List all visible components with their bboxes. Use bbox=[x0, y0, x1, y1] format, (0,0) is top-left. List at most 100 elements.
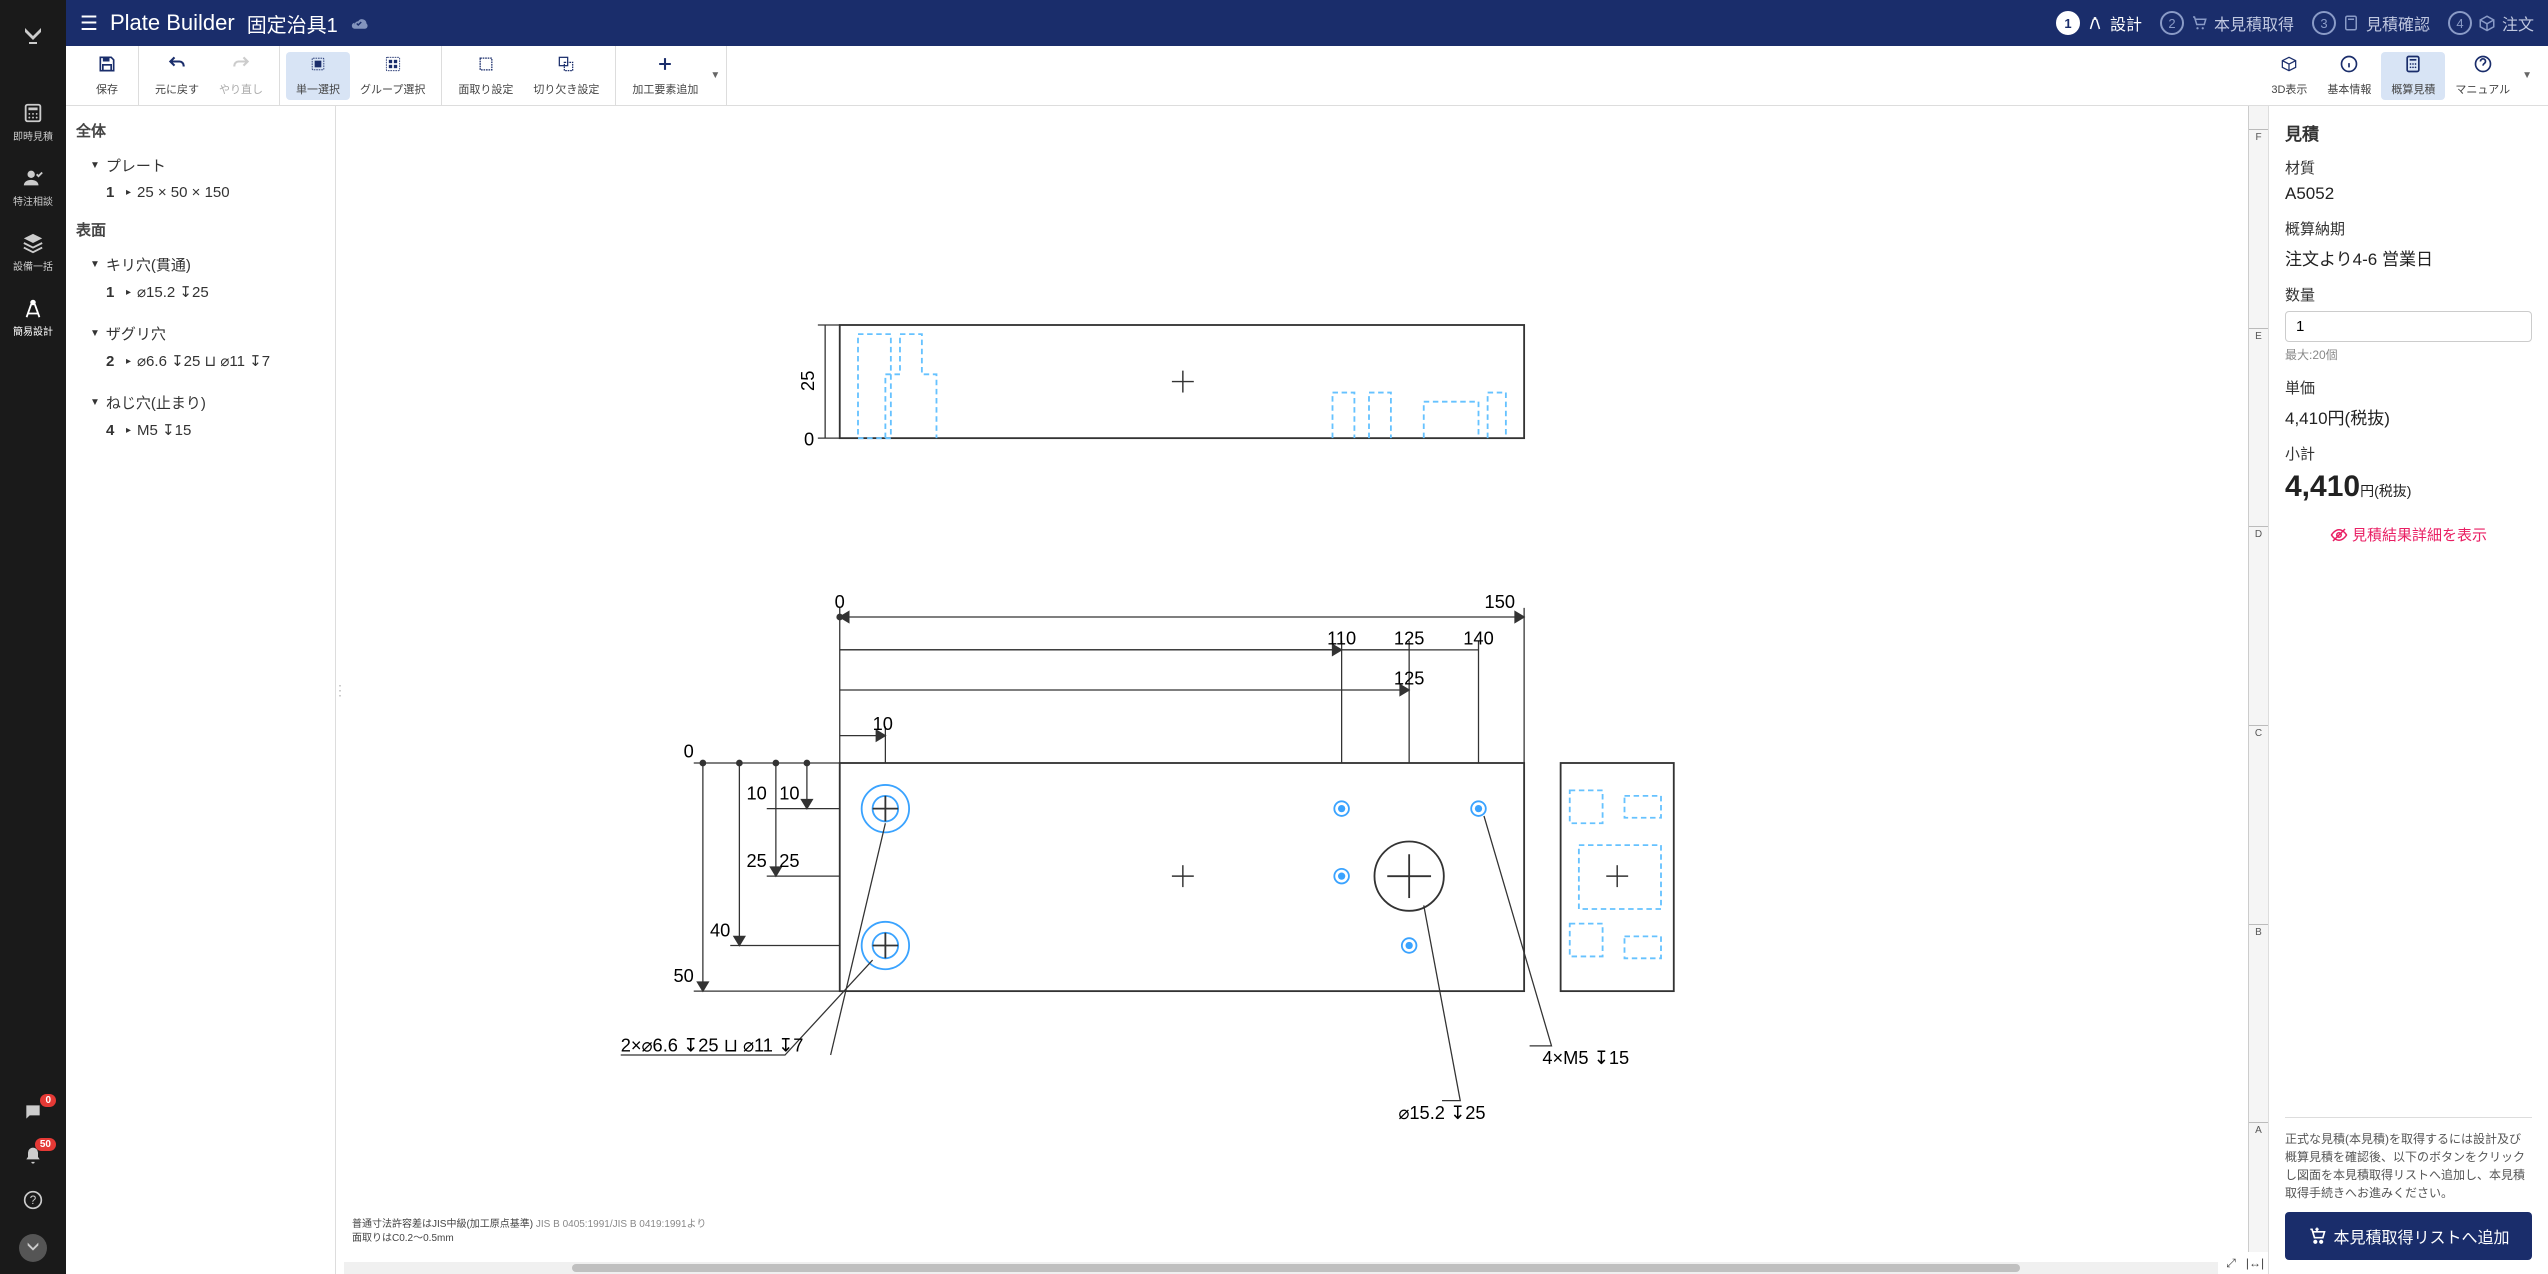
cart-add-icon bbox=[2307, 1226, 2327, 1246]
eye-off-icon bbox=[2330, 526, 2348, 544]
caret-right-icon: ▸ bbox=[126, 425, 131, 436]
rail-chat[interactable]: 0 bbox=[0, 1090, 66, 1134]
rail-account[interactable] bbox=[0, 1222, 66, 1274]
rail-custom-consult[interactable]: 特注相談 bbox=[0, 155, 66, 220]
svg-text:10: 10 bbox=[873, 713, 893, 734]
chamfer-button[interactable]: 面取り設定 bbox=[448, 52, 523, 100]
zoom-controls: ⤢ |↔| bbox=[2218, 1252, 2268, 1274]
plus-icon bbox=[655, 54, 675, 79]
chevron-down-icon[interactable]: ▼ bbox=[2520, 70, 2532, 81]
leadtime-value: 注文より4-6 営業日 bbox=[2285, 245, 2532, 270]
tree-node-plate[interactable]: ▼ プレート bbox=[76, 151, 325, 180]
caret-right-icon: ▸ bbox=[126, 356, 131, 367]
group-select-icon bbox=[383, 54, 403, 79]
horizontal-scrollbar[interactable] bbox=[344, 1262, 2248, 1274]
svg-text:0: 0 bbox=[684, 741, 694, 762]
info-icon bbox=[2339, 54, 2359, 79]
estimate-panel: 見積 材質 A5052 概算納期 注文より4-6 営業日 数量 最大:20個 単… bbox=[2268, 106, 2548, 1274]
chevron-down-icon[interactable]: ▼ bbox=[708, 70, 720, 81]
rail-equipment-batch-label: 設備一括 bbox=[13, 258, 53, 273]
estimate-note: 正式な見積(本見積)を取得するには設計及び概算見積を確認後、以下のボタンをクリッ… bbox=[2285, 1117, 2532, 1202]
zoom-fit-button[interactable]: ⤢ bbox=[2220, 1254, 2242, 1272]
rail-simple-design-label: 簡易設計 bbox=[13, 323, 53, 338]
save-button[interactable]: 保存 bbox=[82, 52, 132, 100]
cube-icon bbox=[2279, 54, 2299, 79]
svg-text:25: 25 bbox=[797, 371, 818, 391]
show-detail-link[interactable]: 見積結果詳細を表示 bbox=[2285, 524, 2532, 545]
person-check-icon bbox=[22, 167, 44, 189]
avatar bbox=[19, 1234, 47, 1262]
subtotal-label: 小計 bbox=[2285, 443, 2532, 464]
unit-price-value: 4,410円(税抜) bbox=[2285, 404, 2532, 429]
view-3d-button[interactable]: 3D表示 bbox=[2261, 52, 2317, 100]
rail-help[interactable]: ? bbox=[0, 1178, 66, 1222]
rail-instant-quote[interactable]: 即時見積 bbox=[0, 90, 66, 155]
manual-button[interactable]: マニュアル bbox=[2445, 52, 2520, 100]
tree-node-tap[interactable]: ▼ ねじ穴(止まり) bbox=[76, 388, 325, 417]
chamfer-icon bbox=[476, 54, 496, 79]
single-select-button[interactable]: 単一選択 bbox=[286, 52, 350, 100]
svg-text:50: 50 bbox=[673, 965, 693, 986]
rail-simple-design[interactable]: 簡易設計 bbox=[0, 285, 66, 350]
rail-notifications[interactable]: 50 bbox=[0, 1134, 66, 1178]
rail-instant-quote-label: 即時見積 bbox=[13, 128, 53, 143]
svg-text:⌀15.2 ↧25: ⌀15.2 ↧25 bbox=[1398, 1102, 1485, 1123]
app-title: Plate Builder bbox=[110, 10, 235, 36]
help-icon: ? bbox=[23, 1190, 43, 1210]
caret-down-icon: ▼ bbox=[90, 259, 100, 270]
drawing-canvas[interactable]: 25 0 bbox=[344, 106, 2248, 1274]
rail-chat-badge: 0 bbox=[40, 1094, 56, 1107]
zoom-width-button[interactable]: |↔| bbox=[2244, 1254, 2266, 1272]
svg-text:40: 40 bbox=[710, 919, 730, 940]
svg-text:150: 150 bbox=[1485, 591, 1515, 612]
layers-icon bbox=[22, 232, 44, 254]
vertical-ruler: F E D C B A bbox=[2248, 106, 2268, 1274]
undo-button[interactable]: 元に戻す bbox=[145, 52, 209, 100]
step-indicator: 1 設計 2 本見積取得 3 見積確認 4 注文 bbox=[2056, 11, 2534, 35]
tree-node-cbore[interactable]: ▼ ザグリ穴 bbox=[76, 319, 325, 348]
caret-down-icon: ▼ bbox=[90, 397, 100, 408]
svg-text:2×⌀6.6 ↧25 ⊔ ⌀11 ↧7: 2×⌀6.6 ↧25 ⊔ ⌀11 ↧7 bbox=[621, 1034, 804, 1055]
rail-equipment-batch[interactable]: 設備一括 bbox=[0, 220, 66, 285]
quantity-input[interactable] bbox=[2285, 311, 2532, 342]
svg-text:125: 125 bbox=[1394, 627, 1424, 648]
group-select-button[interactable]: グループ選択 bbox=[350, 52, 435, 100]
undo-icon bbox=[167, 54, 187, 79]
tree-heading-all: 全体 bbox=[76, 120, 325, 141]
cutout-button[interactable]: 切り欠き設定 bbox=[523, 52, 609, 100]
step-order[interactable]: 4 注文 bbox=[2448, 11, 2534, 35]
cart-icon bbox=[2190, 14, 2208, 32]
tree-node-drill[interactable]: ▼ キリ穴(貫通) bbox=[76, 250, 325, 279]
unit-price-label: 単価 bbox=[2285, 377, 2532, 398]
add-feature-button[interactable]: 加工要素追加 bbox=[622, 52, 708, 100]
rail-logo[interactable] bbox=[0, 12, 66, 60]
subtotal-value: 4,410円(税抜) bbox=[2285, 470, 2532, 504]
help-circle-icon bbox=[2473, 54, 2493, 79]
basic-info-button[interactable]: 基本情報 bbox=[2317, 52, 2381, 100]
svg-text:0: 0 bbox=[835, 591, 845, 612]
canvas-area: ⋮ bbox=[336, 106, 2268, 1274]
rail-custom-consult-label: 特注相談 bbox=[13, 193, 53, 208]
left-rail: 即時見積 特注相談 設備一括 簡易設計 0 50 ? bbox=[0, 0, 66, 1274]
drawing-footer: 普通寸法許容差はJIS中級(加工原点基準) JIS B 0405:1991/JI… bbox=[352, 1218, 706, 1246]
tree-leaf-tap-1[interactable]: 4 ▸ M5 ↧15 bbox=[76, 417, 325, 443]
menu-icon[interactable]: ☰ bbox=[80, 11, 98, 36]
tree-leaf-plate-1[interactable]: 1 ▸ 25 × 50 × 150 bbox=[76, 180, 325, 205]
step-quote[interactable]: 2 本見積取得 bbox=[2160, 11, 2294, 35]
estimate-icon bbox=[2403, 54, 2423, 79]
qty-note: 最大:20個 bbox=[2285, 346, 2532, 363]
caret-down-icon: ▼ bbox=[90, 328, 100, 339]
step-design[interactable]: 1 設計 bbox=[2056, 11, 2142, 35]
add-to-quote-list-button[interactable]: 本見積取得リストへ追加 bbox=[2285, 1212, 2532, 1260]
tree-heading-surface: 表面 bbox=[76, 219, 325, 240]
compass-icon bbox=[22, 297, 44, 319]
redo-button[interactable]: やり直し bbox=[209, 52, 273, 100]
svg-text:140: 140 bbox=[1463, 627, 1493, 648]
rough-estimate-button[interactable]: 概算見積 bbox=[2381, 52, 2445, 100]
svg-text:25: 25 bbox=[746, 850, 766, 871]
step-confirm[interactable]: 3 見積確認 bbox=[2312, 11, 2430, 35]
panel-resize-handle[interactable]: ⋮ bbox=[336, 106, 344, 1274]
single-select-icon bbox=[308, 54, 328, 79]
tree-leaf-cbore-1[interactable]: 2 ▸ ⌀6.6 ↧25 ⊔ ⌀11 ↧7 bbox=[76, 348, 325, 374]
tree-leaf-drill-1[interactable]: 1 ▸ ⌀15.2 ↧25 bbox=[76, 279, 325, 305]
